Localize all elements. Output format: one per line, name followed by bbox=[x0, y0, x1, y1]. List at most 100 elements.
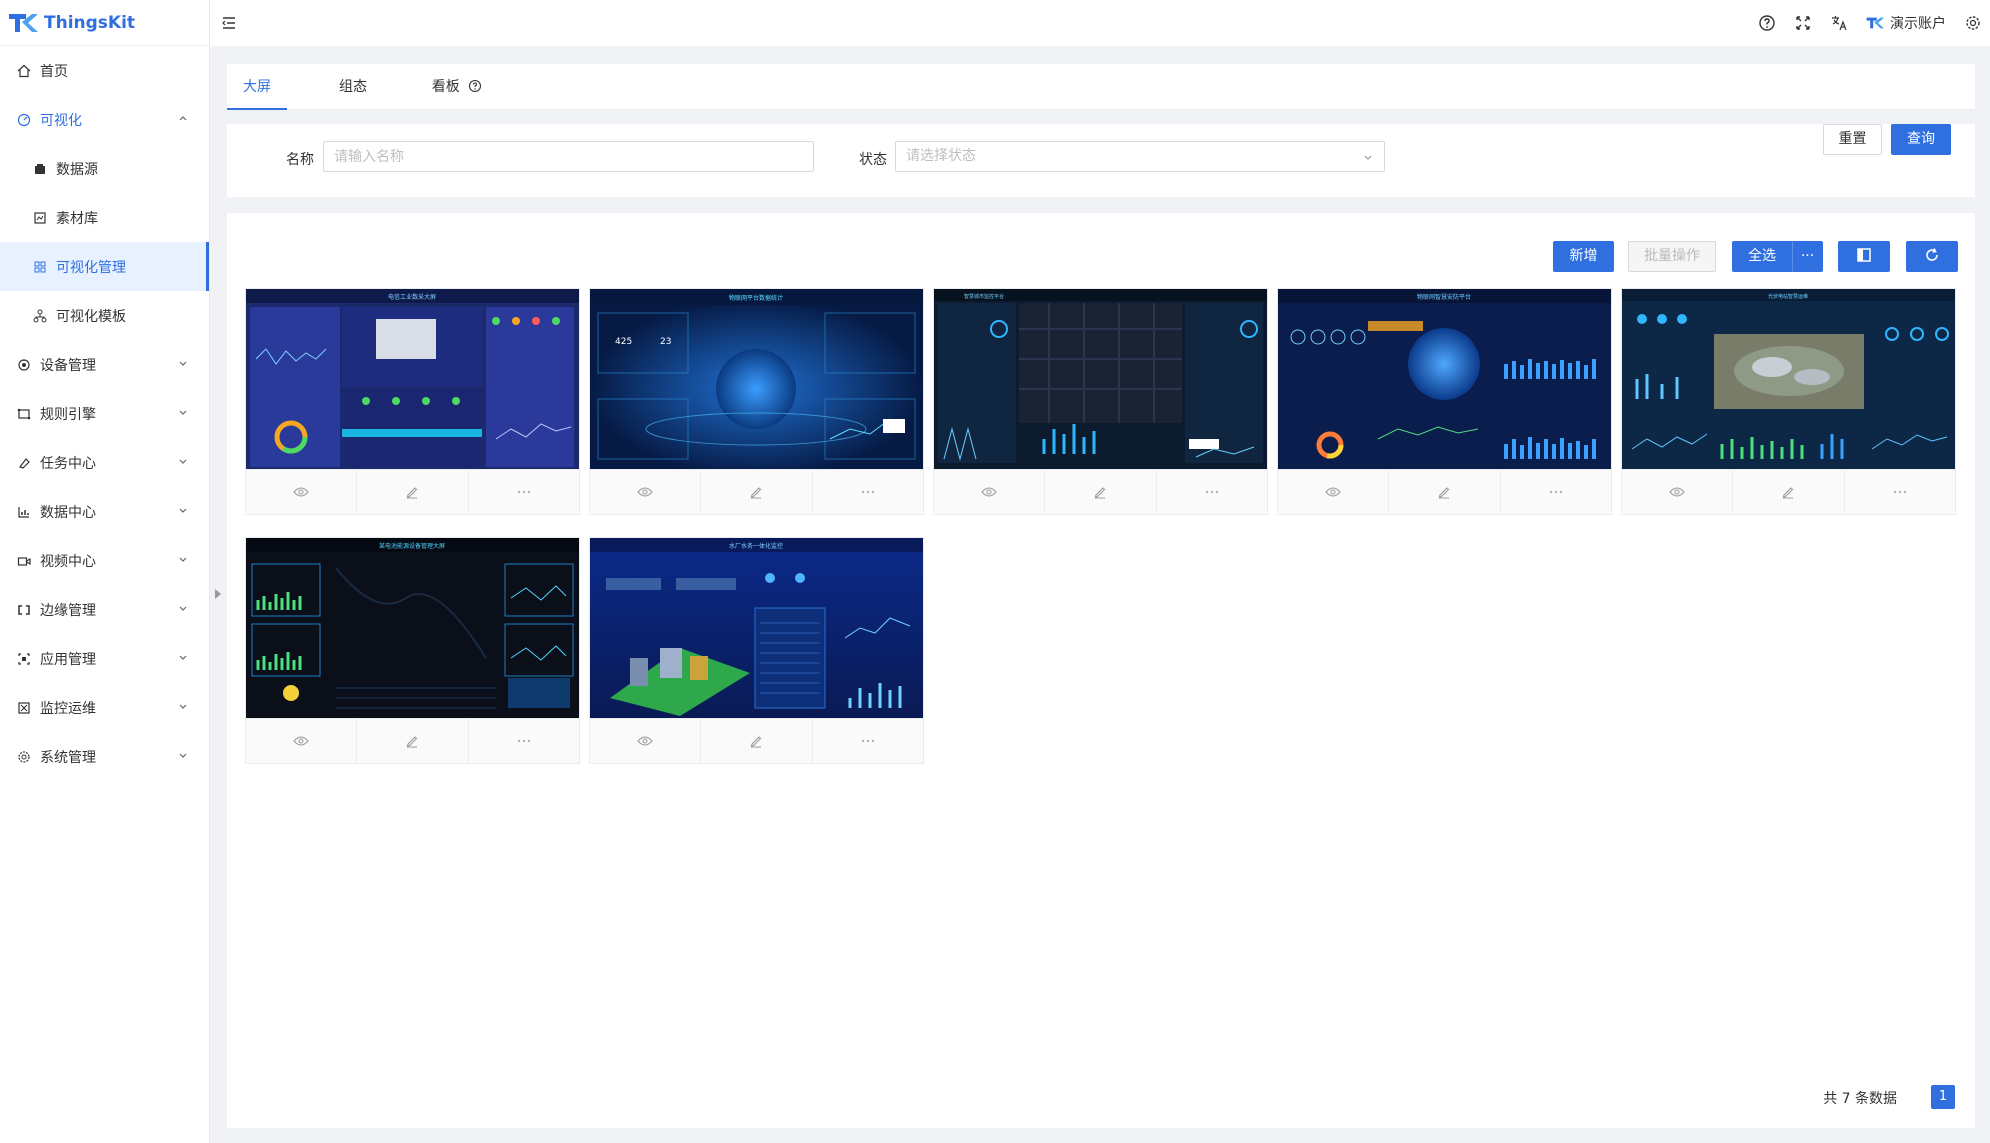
edit-icon bbox=[407, 487, 418, 499]
sidebar-item-visualization[interactable]: 可视化 bbox=[0, 95, 209, 144]
batch-operation-button[interactable]: 批量操作 bbox=[1628, 241, 1716, 272]
sidebar-item-edge[interactable]: 边缘管理 bbox=[0, 585, 209, 634]
app-icon bbox=[16, 651, 32, 667]
sidebar-item-data-center[interactable]: 数据中心 bbox=[0, 487, 209, 536]
card-title: 光伏电站智慧运维 bbox=[1768, 293, 1808, 300]
chart-icon bbox=[16, 504, 32, 520]
sidebar-item-video-center[interactable]: 视频中心 bbox=[0, 536, 209, 585]
sidebar-item-datasource[interactable]: 数据源 bbox=[0, 144, 209, 193]
screen-thumbnail[interactable]: 物联网智慧安防平台 bbox=[1278, 289, 1611, 469]
help-icon[interactable] bbox=[1758, 14, 1776, 32]
screen-card[interactable]: 物联网平台数据统计 425 23 bbox=[589, 288, 924, 515]
chevron-up-icon bbox=[179, 116, 187, 121]
more-icon bbox=[517, 491, 530, 493]
screen-card[interactable]: 水厂水务一体化监控 bbox=[589, 537, 924, 764]
layout-toggle-button[interactable] bbox=[1838, 241, 1890, 272]
card-title: 某电池能源设备管理大屏 bbox=[379, 542, 445, 550]
card-actions bbox=[934, 469, 1267, 514]
sidebar-item-label: 可视化模板 bbox=[56, 308, 126, 325]
more-button[interactable] bbox=[1157, 470, 1267, 514]
sidebar-item-monitor[interactable]: 监控运维 bbox=[0, 683, 209, 732]
screen-thumbnail[interactable]: 物联网平台数据统计 425 23 bbox=[590, 289, 923, 469]
preview-button[interactable] bbox=[246, 719, 358, 763]
edit-button[interactable] bbox=[357, 719, 469, 763]
account-logo-icon bbox=[1866, 14, 1884, 32]
edit-icon bbox=[1095, 487, 1106, 499]
preview-button[interactable] bbox=[934, 470, 1046, 514]
more-button[interactable] bbox=[813, 470, 923, 514]
more-icon bbox=[1205, 491, 1218, 493]
preview-button[interactable] bbox=[1278, 470, 1390, 514]
sidebar-collapse-arrow-icon[interactable] bbox=[213, 588, 223, 600]
add-button[interactable]: 新增 bbox=[1553, 241, 1614, 272]
preview-button[interactable] bbox=[1622, 470, 1734, 514]
sidebar-item-task-center[interactable]: 任务中心 bbox=[0, 438, 209, 487]
sidebar-item-material[interactable]: 素材库 bbox=[0, 193, 209, 242]
pagination-page-1[interactable]: 1 bbox=[1931, 1085, 1955, 1109]
card-title: 智慧城市监控平台 bbox=[964, 293, 1004, 300]
chevron-down-icon bbox=[179, 459, 187, 464]
screen-thumbnail[interactable]: 智慧城市监控平台 bbox=[934, 289, 1267, 469]
card-title: 水厂水务一体化监控 bbox=[729, 542, 783, 550]
preview-button[interactable] bbox=[590, 470, 702, 514]
edit-button[interactable] bbox=[1733, 470, 1845, 514]
svg-text:425: 425 bbox=[615, 337, 632, 347]
settings-icon[interactable] bbox=[1964, 14, 1982, 32]
screen-card[interactable]: 物联网智慧安防平台 bbox=[1277, 288, 1612, 515]
sidebar-item-visualization-management[interactable]: 可视化管理 bbox=[0, 242, 209, 291]
more-button[interactable] bbox=[1501, 470, 1611, 514]
fullscreen-icon[interactable] bbox=[1794, 14, 1812, 32]
screen-thumbnail[interactable]: 电信工业数采大屏 bbox=[246, 289, 579, 469]
edit-button[interactable] bbox=[357, 470, 469, 514]
edit-button[interactable] bbox=[701, 470, 813, 514]
more-button[interactable] bbox=[813, 719, 923, 763]
eye-icon bbox=[1669, 487, 1685, 497]
menu-fold-icon[interactable] bbox=[220, 14, 238, 32]
screen-card[interactable]: 光伏电站智慧运维 bbox=[1621, 288, 1956, 515]
tab-big-screen[interactable]: 大屏 bbox=[227, 64, 287, 110]
account-name[interactable]: 演示账户 bbox=[1890, 13, 1946, 33]
sidebar-item-home[interactable]: 首页 bbox=[0, 46, 209, 95]
edit-icon bbox=[1783, 487, 1794, 499]
select-more-button[interactable]: ··· bbox=[1792, 241, 1823, 272]
sidebar-item-rule-engine[interactable]: 规则引擎 bbox=[0, 389, 209, 438]
screen-thumbnail[interactable]: 水厂水务一体化监控 bbox=[590, 538, 923, 718]
name-input[interactable] bbox=[323, 141, 814, 172]
sidebar-item-device[interactable]: 设备管理 bbox=[0, 340, 209, 389]
edit-button[interactable] bbox=[1389, 470, 1501, 514]
sidebar-item-app-management[interactable]: 应用管理 bbox=[0, 634, 209, 683]
edit-button[interactable] bbox=[1045, 470, 1157, 514]
screen-thumbnail[interactable]: 某电池能源设备管理大屏 bbox=[246, 538, 579, 718]
screen-card[interactable]: 某电池能源设备管理大屏 bbox=[245, 537, 580, 764]
more-button[interactable] bbox=[1845, 470, 1955, 514]
logo[interactable]: ThingsKit bbox=[0, 0, 209, 46]
sidebar-item-label: 素材库 bbox=[56, 210, 98, 227]
sidebar-item-system[interactable]: 系统管理 bbox=[0, 732, 209, 781]
screen-thumbnail[interactable]: 光伏电站智慧运维 bbox=[1622, 289, 1955, 469]
select-all-button[interactable]: 全选 bbox=[1732, 241, 1792, 272]
preview-button[interactable] bbox=[590, 719, 702, 763]
preview-button[interactable] bbox=[246, 470, 358, 514]
sidebar-item-visualization-template[interactable]: 可视化模板 bbox=[0, 291, 209, 340]
home-icon bbox=[16, 63, 32, 79]
edit-button[interactable] bbox=[701, 719, 813, 763]
status-select[interactable]: 请选择状态 bbox=[895, 141, 1385, 172]
screen-card[interactable]: 电信工业数采大屏 bbox=[245, 288, 580, 515]
sidebar-item-label: 首页 bbox=[40, 63, 68, 80]
refresh-button[interactable] bbox=[1906, 241, 1958, 272]
reset-button[interactable]: 重置 bbox=[1823, 124, 1882, 155]
eye-icon bbox=[293, 736, 309, 746]
chevron-down-icon bbox=[179, 655, 187, 660]
screen-card[interactable]: 智慧城市监控平台 bbox=[933, 288, 1268, 515]
device-icon bbox=[16, 357, 32, 373]
more-button[interactable] bbox=[469, 719, 579, 763]
eye-icon bbox=[637, 736, 653, 746]
tab-configuration[interactable]: 组态 bbox=[325, 64, 381, 110]
eye-icon bbox=[981, 487, 997, 497]
more-button[interactable] bbox=[469, 470, 579, 514]
more-icon bbox=[517, 740, 530, 742]
card-title: 电信工业数采大屏 bbox=[388, 293, 436, 301]
tab-board[interactable]: 看板 bbox=[417, 64, 497, 110]
translate-icon[interactable] bbox=[1830, 14, 1848, 32]
query-button[interactable]: 查询 bbox=[1891, 124, 1951, 155]
